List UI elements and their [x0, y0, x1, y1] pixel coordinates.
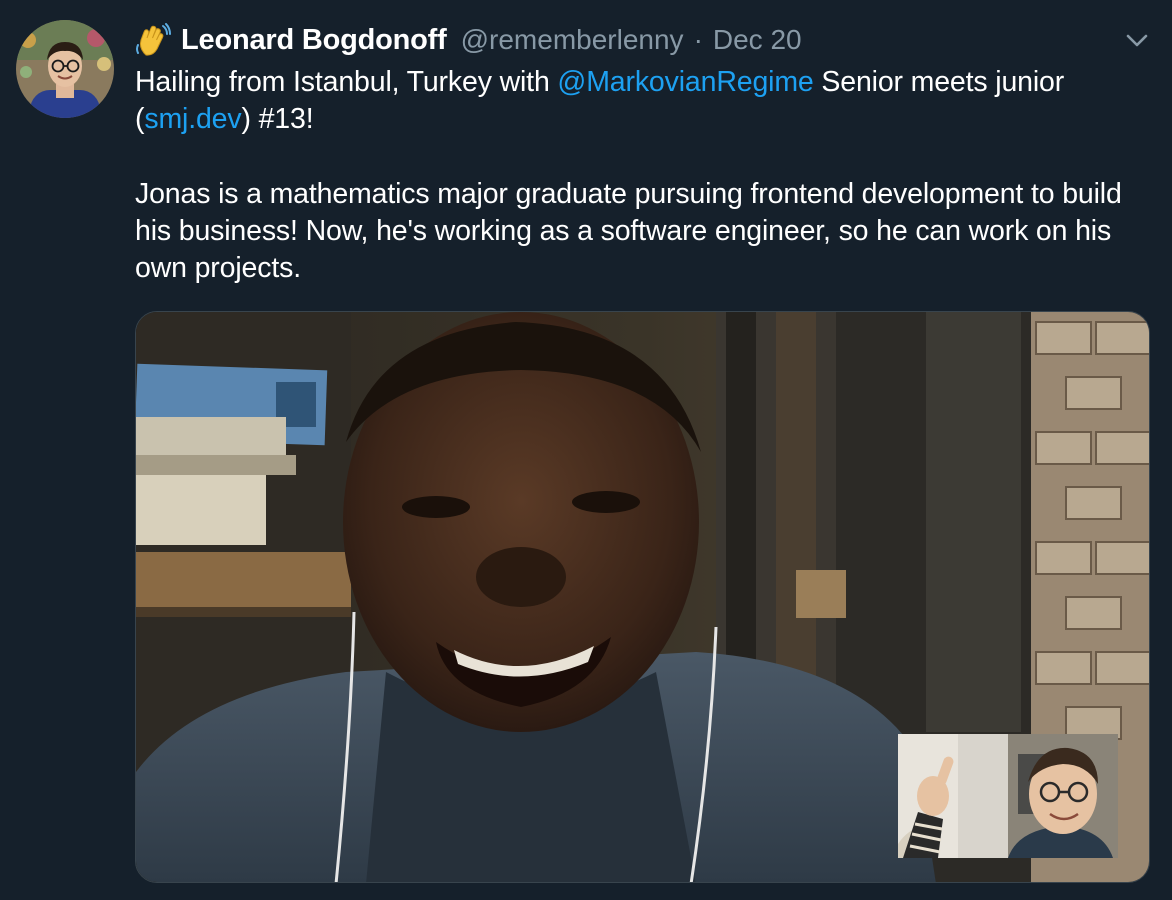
- mention-link[interactable]: @MarkovianRegime: [557, 66, 813, 98]
- separator-dot: ·: [693, 24, 703, 55]
- tweet-date[interactable]: Dec 20: [713, 24, 802, 56]
- picture-in-picture-video[interactable]: [898, 734, 1118, 858]
- tweet-paragraph-1: Hailing from Istanbul, Turkey with @Mark…: [135, 64, 1160, 138]
- paren-open: (: [135, 103, 145, 135]
- tweet-text: Hailing from Istanbul, Turkey with @Mark…: [135, 64, 1160, 287]
- tweet-paragraph-2: Jonas is a mathematics major graduate pu…: [135, 178, 1122, 284]
- text-intro-cont: Senior meets junior: [813, 66, 1065, 98]
- text-hashtag: ) #13!: [241, 103, 314, 135]
- tweet-media-image[interactable]: [135, 311, 1150, 883]
- avatar[interactable]: [16, 20, 114, 118]
- user-handle[interactable]: @rememberlenny: [461, 24, 684, 56]
- tweet-header: Leonard Bogdonoff @rememberlenny · Dec 2…: [135, 22, 802, 58]
- text-intro: Hailing from Istanbul, Turkey with: [135, 66, 558, 98]
- url-link[interactable]: smj.dev: [144, 103, 241, 135]
- waving-hand-icon: [135, 23, 171, 57]
- tweet[interactable]: Leonard Bogdonoff @rememberlenny · Dec 2…: [0, 0, 1172, 900]
- display-name[interactable]: Leonard Bogdonoff: [181, 24, 447, 57]
- chevron-down-icon[interactable]: [1122, 28, 1152, 52]
